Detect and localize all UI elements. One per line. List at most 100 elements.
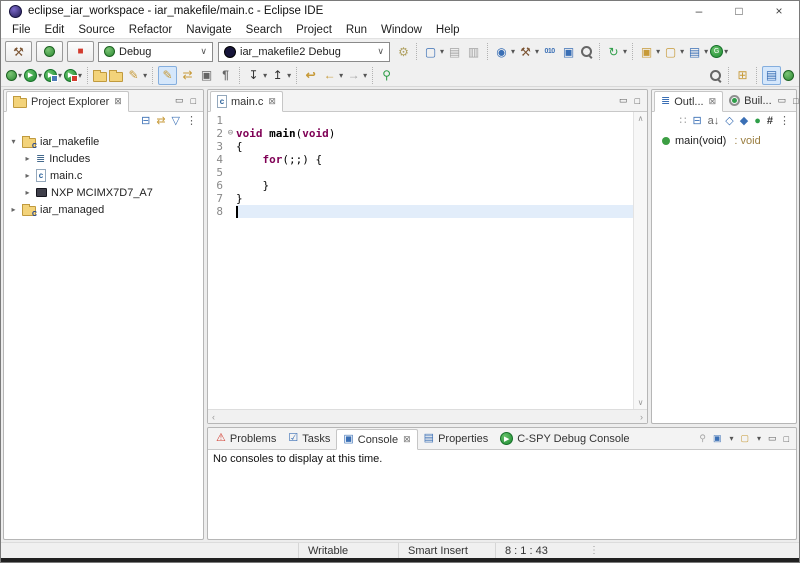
- scroll-down-icon[interactable]: ∨: [638, 398, 644, 407]
- quick-search-button[interactable]: [708, 68, 723, 83]
- code-line[interactable]: 6 }: [208, 179, 633, 192]
- maximize-view-button[interactable]: □: [635, 96, 640, 106]
- code-line[interactable]: 5: [208, 166, 633, 179]
- tree-item-main-c[interactable]: ▸ c main.c: [4, 167, 203, 184]
- open-resource-button[interactable]: [109, 69, 124, 82]
- chevron-down-icon[interactable]: ▾: [724, 47, 728, 56]
- tree-item-iar-makefile[interactable]: ▾ C iar_makefile: [4, 133, 203, 151]
- debug-history-button[interactable]: ▾: [6, 69, 22, 81]
- sort-button[interactable]: a↓: [708, 116, 720, 127]
- close-icon[interactable]: ⊠: [268, 96, 276, 107]
- view-menu-button[interactable]: ⋮: [779, 116, 790, 127]
- format-toggle-button[interactable]: ✎: [158, 65, 178, 85]
- window-minimize-button[interactable]: –: [679, 1, 719, 21]
- menu-window[interactable]: Window: [374, 24, 429, 36]
- code-line[interactable]: 7}: [208, 192, 633, 205]
- iar-tools-button[interactable]: ✎ ▾: [125, 67, 148, 84]
- stop-button[interactable]: ■: [67, 41, 94, 62]
- horizontal-scrollbar[interactable]: ‹ ›: [208, 409, 647, 423]
- code-line-current[interactable]: 8: [208, 205, 633, 218]
- link-with-editor-button[interactable]: ⇄: [179, 67, 196, 84]
- vertical-scrollbar[interactable]: ∧ ∨: [633, 112, 647, 409]
- tab-cspy-debug-console[interactable]: ▶ C-SPY Debug Console: [494, 428, 635, 449]
- open-console-button[interactable]: ▢: [741, 433, 750, 444]
- close-icon[interactable]: ⊠: [114, 96, 122, 107]
- chevron-down-icon[interactable]: ▾: [511, 47, 515, 56]
- show-whitespace-button[interactable]: ¶: [217, 67, 234, 84]
- menu-file[interactable]: File: [5, 24, 38, 36]
- chevron-down-icon[interactable]: ▾: [680, 47, 684, 56]
- tab-main-c[interactable]: c main.c ⊠: [210, 91, 283, 112]
- back-button[interactable]: ← ▾: [321, 67, 344, 84]
- hide-non-public-button[interactable]: ●: [754, 116, 761, 127]
- expander-icon[interactable]: ▾: [9, 137, 18, 146]
- minimize-view-button[interactable]: ▭: [619, 95, 628, 106]
- tree-item-includes[interactable]: ▸ ≣ Includes: [4, 150, 203, 167]
- run-config-button[interactable]: ▶ ▾: [44, 68, 62, 82]
- menu-navigate[interactable]: Navigate: [179, 24, 238, 36]
- new-wizard-button[interactable]: ▢ ▾: [422, 43, 444, 60]
- focus-button[interactable]: ∷: [679, 116, 686, 127]
- chevron-down-icon[interactable]: ▾: [440, 47, 444, 56]
- chevron-down-icon[interactable]: ▾: [58, 71, 62, 80]
- scroll-right-icon[interactable]: ›: [640, 412, 643, 422]
- flash-download-button[interactable]: ◉ ▾: [493, 43, 515, 60]
- save-all-button[interactable]: ▥: [465, 43, 482, 60]
- cpp-perspective-button[interactable]: ▤: [762, 65, 781, 85]
- menu-refactor[interactable]: Refactor: [122, 24, 179, 36]
- minimize-view-button[interactable]: ▭: [768, 433, 777, 444]
- tab-project-explorer[interactable]: Project Explorer ⊠: [6, 91, 129, 112]
- link-with-editor-button[interactable]: ⇄: [156, 116, 165, 127]
- fold-minus-icon[interactable]: ⊖: [225, 127, 236, 140]
- debug-perspective-button[interactable]: [783, 69, 794, 81]
- toggle-search-button[interactable]: [579, 44, 594, 59]
- minimize-view-button[interactable]: ▭: [778, 95, 787, 106]
- collapse-all-button[interactable]: ⊟: [141, 116, 150, 127]
- hide-fields-button[interactable]: ◇: [725, 116, 733, 127]
- tab-build[interactable]: Buil...: [723, 90, 778, 111]
- filter-button[interactable]: ▽: [172, 116, 180, 127]
- tab-tasks[interactable]: ☑ Tasks: [282, 428, 336, 449]
- menu-edit[interactable]: Edit: [38, 24, 72, 36]
- menu-project[interactable]: Project: [289, 24, 339, 36]
- new-class-button[interactable]: G ▾: [710, 45, 728, 58]
- close-icon[interactable]: ⊠: [403, 434, 411, 445]
- status-menu-dots[interactable]: ⋮: [587, 545, 599, 556]
- outline-item-main[interactable]: main(void) : void: [654, 135, 794, 147]
- window-maximize-button[interactable]: □: [719, 1, 759, 21]
- chevron-down-icon[interactable]: ▾: [704, 47, 708, 56]
- chevron-down-icon[interactable]: ▾: [339, 71, 343, 80]
- scroll-up-icon[interactable]: ∧: [638, 114, 644, 123]
- save-button[interactable]: ▤: [446, 43, 463, 60]
- tab-properties[interactable]: ▤ Properties: [418, 428, 495, 449]
- code-line[interactable]: 1: [208, 114, 633, 127]
- forward-button[interactable]: → ▾: [345, 67, 368, 84]
- hide-inactive-button[interactable]: #: [767, 116, 773, 127]
- coverage-button[interactable]: ▶ ▾: [64, 68, 82, 82]
- debug-mode-combo[interactable]: Debug ∨: [98, 41, 213, 62]
- chevron-down-icon[interactable]: ▾: [143, 71, 147, 80]
- binary-view-button[interactable]: 010: [541, 43, 558, 60]
- scroll-left-icon[interactable]: ‹: [212, 412, 215, 422]
- menu-help[interactable]: Help: [429, 24, 467, 36]
- terminal-view-button[interactable]: ▣: [560, 43, 577, 60]
- maximize-view-button[interactable]: □: [784, 434, 789, 444]
- expander-icon[interactable]: ▸: [23, 171, 32, 180]
- open-element-button[interactable]: [93, 69, 108, 82]
- code-line[interactable]: 4 for (;;) {: [208, 153, 633, 166]
- run-button[interactable]: ▶ ▾: [24, 68, 42, 82]
- launch-config-combo[interactable]: iar_makefile2 Debug ∨: [218, 41, 390, 62]
- chevron-down-icon[interactable]: ▾: [38, 71, 42, 80]
- pin-editor-button[interactable]: ⚲: [378, 67, 395, 84]
- tab-outline[interactable]: ≣ Outl... ⊠: [654, 91, 724, 112]
- minimize-view-button[interactable]: ▭: [175, 95, 184, 106]
- maximize-view-button[interactable]: □: [191, 96, 196, 106]
- chevron-down-icon[interactable]: ▾: [18, 71, 22, 80]
- collapse-all-button[interactable]: ⊟: [692, 116, 701, 127]
- maximize-view-button[interactable]: □: [793, 96, 798, 106]
- display-console-button[interactable]: ▣: [713, 433, 722, 444]
- menu-run[interactable]: Run: [339, 24, 374, 36]
- chevron-down-icon[interactable]: ▾: [656, 47, 660, 56]
- chevron-down-icon[interactable]: ▾: [287, 71, 291, 80]
- open-perspective-button[interactable]: ⊞: [734, 67, 751, 84]
